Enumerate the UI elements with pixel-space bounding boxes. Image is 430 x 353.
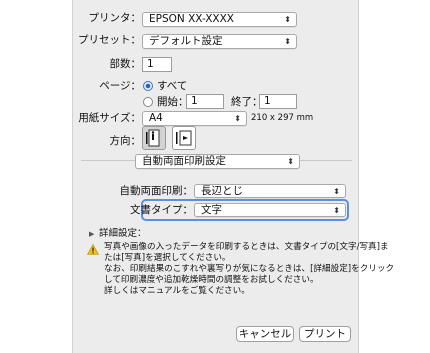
- updown-arrows-icon: ⬍: [284, 37, 291, 46]
- print-dialog: プリンタ： EPSON XX-XXXX ⬍ プリセット： デフォルト設定 ⬍ 部…: [72, 0, 395, 353]
- copies-input[interactable]: 1: [142, 57, 172, 72]
- disclosure-triangle-icon[interactable]: ▶: [89, 228, 94, 240]
- warning-icon: [87, 244, 99, 255]
- copies-label: 部数：: [109, 58, 142, 70]
- warning-line: なお、印刷結果のこすれや裏写りが気になるときは、[詳細設定]をクリック: [104, 264, 395, 274]
- preset-label: プリセット：: [78, 34, 141, 46]
- print-button[interactable]: プリント: [299, 326, 351, 342]
- paper-size-value: A4: [149, 112, 163, 124]
- pages-from-label: 開始：: [157, 96, 189, 108]
- warning-line: して印刷濃度や追加乾燥時間の調整をお試しください。: [104, 275, 319, 285]
- document-type-label: 文書タイプ：: [130, 204, 193, 216]
- panel-select[interactable]: 自動両面印刷設定 ⬍: [135, 154, 300, 169]
- updown-arrows-icon: ⬍: [333, 187, 340, 196]
- duplex-label: 自動両面印刷：: [119, 185, 194, 197]
- preset-value: デフォルト設定: [149, 35, 223, 47]
- cancel-button[interactable]: キャンセル: [236, 326, 294, 342]
- orientation-label: 方向：: [109, 135, 142, 147]
- portrait-icon: [146, 129, 160, 147]
- pages-all-label: すべて: [157, 80, 188, 92]
- pages-from-input[interactable]: 1: [186, 94, 224, 109]
- details-label[interactable]: 詳細設定：: [99, 228, 147, 240]
- document-type-value: 文字: [201, 204, 222, 216]
- printer-label: プリンタ：: [88, 12, 142, 24]
- duplex-select[interactable]: 長辺とじ ⬍: [194, 184, 346, 198]
- pages-range-radio[interactable]: [143, 97, 153, 107]
- warning-line: たは[写真]を選択してください。: [104, 253, 231, 263]
- panel-select-value: 自動両面印刷設定: [142, 155, 226, 167]
- warning-text: 写真や画像の入ったデータを印刷するときは、文書タイプの[文字/写真]ま たは[写…: [104, 242, 395, 297]
- updown-arrows-icon: ⬍: [284, 15, 291, 24]
- preset-select[interactable]: デフォルト設定 ⬍: [142, 34, 297, 49]
- warning-line: 写真や画像の入ったデータを印刷するときは、文書タイプの[文字/写真]ま: [104, 242, 389, 252]
- paper-dimensions: 210 x 297 mm: [251, 113, 314, 123]
- landscape-icon: [176, 130, 192, 146]
- pages-label: ページ：: [99, 80, 141, 92]
- updown-arrows-icon: ⬍: [287, 157, 294, 166]
- pages-to-label: 終了：: [231, 96, 263, 108]
- orientation-portrait-button[interactable]: [142, 126, 166, 150]
- duplex-value: 長辺とじ: [201, 185, 243, 197]
- updown-arrows-icon: ⬍: [234, 114, 241, 123]
- pages-all-radio[interactable]: [143, 81, 153, 91]
- document-type-select[interactable]: 文字 ⬍: [194, 203, 346, 217]
- updown-arrows-icon: ⬍: [333, 206, 340, 215]
- orientation-landscape-button[interactable]: [172, 126, 196, 150]
- warning-line: 詳しくはマニュアルをご覧ください。: [104, 286, 250, 296]
- printer-value: EPSON XX-XXXX: [149, 13, 234, 25]
- pages-to-input[interactable]: 1: [259, 94, 297, 109]
- paper-size-label: 用紙サイズ：: [78, 112, 141, 124]
- printer-select[interactable]: EPSON XX-XXXX ⬍: [142, 12, 297, 27]
- paper-size-select[interactable]: A4 ⬍: [142, 111, 247, 126]
